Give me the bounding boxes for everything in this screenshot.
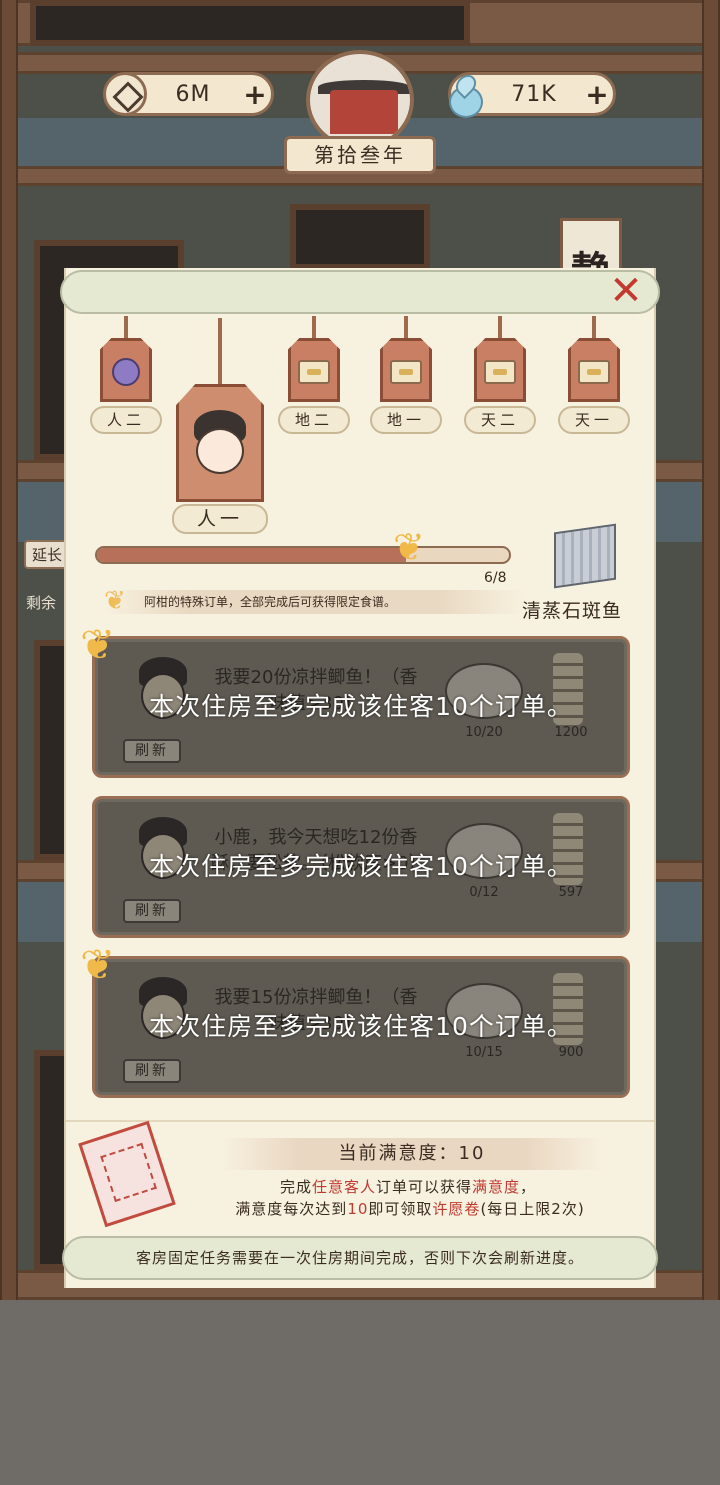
order-limit-overlay: 本次住房至多完成该住客10个订单。 <box>149 852 573 881</box>
tag-rope <box>404 316 408 340</box>
gold-ingot-icon <box>298 360 330 384</box>
order-reward: 900 <box>558 1045 584 1060</box>
text: 完成 <box>279 1178 312 1196</box>
order-reward: 1200 <box>554 725 588 740</box>
highlight-text: 10 <box>347 1200 369 1218</box>
progress-fill <box>97 548 406 562</box>
coin-icon <box>103 72 147 116</box>
tag-rope <box>498 316 502 340</box>
guest-portrait <box>196 428 244 474</box>
coin-amount: 6M <box>175 81 211 107</box>
back-window <box>290 204 430 270</box>
gold-ingot-icon <box>390 360 422 384</box>
add-coins-button[interactable]: + <box>239 78 271 111</box>
tag-rope <box>124 316 128 340</box>
text: (每日上限2次) <box>480 1200 585 1218</box>
satisfaction-title: 当前满意度：10 <box>222 1138 602 1170</box>
jade-amount: 71K <box>511 81 557 107</box>
special-order-hint: 阿柑的特殊订单，全部完成后可获得限定食谱。 <box>104 590 524 614</box>
pillar-left <box>0 0 18 1300</box>
reward-recipe-name: 清蒸石斑鱼 <box>522 600 623 622</box>
water-drop-icon <box>443 72 487 118</box>
upper-window <box>30 0 470 46</box>
text: 即可领取 <box>368 1200 433 1218</box>
highlight-text: 许愿卷 <box>432 1200 481 1218</box>
highlight-text: 满意度 <box>472 1178 521 1196</box>
order-reward: 597 <box>558 885 584 900</box>
order-limit-overlay: 本次住房至多完成该住客10个订单。 <box>149 1012 573 1041</box>
tag-label: 人二 <box>90 406 162 434</box>
tag-rope <box>592 316 596 340</box>
emblem-building <box>330 90 398 134</box>
refresh-button[interactable]: 刷新 <box>123 899 181 923</box>
tag-label: 地二 <box>278 406 350 434</box>
tag-tian-yi[interactable]: 天一 <box>558 316 630 436</box>
tag-ren-yi[interactable]: 人一 <box>172 318 268 534</box>
coin-counter: 6M + <box>103 72 274 116</box>
scroll-top-rod <box>60 270 660 314</box>
refresh-button[interactable]: 刷新 <box>123 739 181 763</box>
butterfly-icon: ❦ <box>80 940 116 989</box>
year-banner: 第拾叁年 <box>284 136 436 174</box>
order-progress-bar <box>95 546 511 564</box>
progress-text: 6/8 <box>484 570 507 586</box>
tag-label: 天一 <box>558 406 630 434</box>
text: 订单可以获得 <box>375 1178 472 1196</box>
close-icon[interactable]: ✕ <box>606 271 646 312</box>
order-card[interactable]: 我要15份凉拌鲫鱼！（香味值>30） 10/15 900 刷新 本次住房至多完成… <box>92 956 630 1098</box>
order-limit-overlay: 本次住房至多完成该住客10个订单。 <box>149 692 573 721</box>
order-card[interactable]: 我要20份凉拌鲫鱼！（香味值>30） 10/20 1200 刷新 本次住房至多完… <box>92 636 630 778</box>
pillar-right <box>702 0 720 1300</box>
tag-ren-er[interactable]: 人二 <box>90 316 162 436</box>
order-card[interactable]: 小鹿，我今天想吃12份香酥，要松软。（松软度>0） 0/12 597 刷新 本次… <box>92 796 630 938</box>
tag-di-yi[interactable]: 地一 <box>370 316 442 436</box>
text: ， <box>520 1178 537 1196</box>
tag-tian-er[interactable]: 天二 <box>464 316 536 436</box>
satisfaction-line-2: 满意度每次达到10即可领取许愿卷(每日上限2次) <box>180 1198 640 1219</box>
tag-rope <box>218 318 222 388</box>
dish-progress: 10/15 <box>465 1045 503 1060</box>
text: 满意度每次达到 <box>235 1200 348 1218</box>
tag-label: 地一 <box>370 406 442 434</box>
refresh-button[interactable]: 刷新 <box>123 1059 181 1083</box>
dish-progress: 0/12 <box>469 885 499 900</box>
bottom-floor <box>0 1300 720 1485</box>
jade-counter: 71K + <box>448 72 616 118</box>
dish-progress: 10/20 <box>465 725 503 740</box>
tag-di-er[interactable]: 地二 <box>278 316 350 436</box>
remaining-text: 剩余 <box>26 594 57 612</box>
highlight-text: 任意客人 <box>311 1178 376 1196</box>
satisfaction-line-1: 完成任意客人订单可以获得满意度， <box>178 1176 638 1197</box>
gold-ingot-icon <box>578 360 610 384</box>
gold-ingot-icon <box>484 360 516 384</box>
add-jade-button[interactable]: + <box>581 78 613 111</box>
fruit-icon <box>112 358 140 386</box>
butterfly-icon: ❦ <box>393 525 425 569</box>
tag-rope <box>312 316 316 340</box>
tag-label: 人一 <box>172 504 268 534</box>
building-emblem[interactable] <box>306 50 414 150</box>
tag-label: 天二 <box>464 406 536 434</box>
room-task-footer-note: 客房固定任务需要在一次住房期间完成，否则下次会刷新进度。 <box>62 1236 658 1280</box>
butterfly-icon: ❦ <box>80 620 116 669</box>
recipe-scroll-icon[interactable] <box>554 523 616 589</box>
